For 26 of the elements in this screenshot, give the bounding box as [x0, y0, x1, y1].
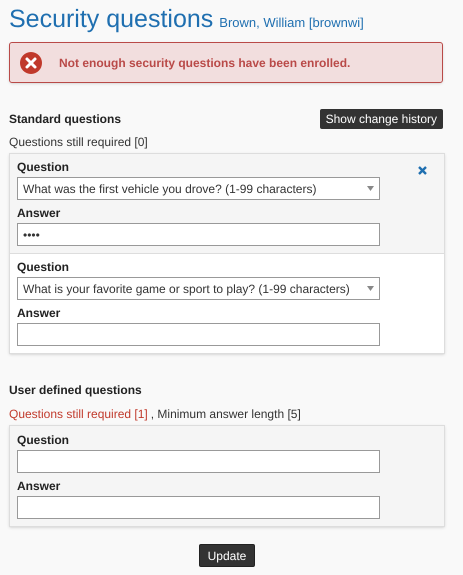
question-dropdown[interactable]: What is your favorite game or sport to play? (1-99 characters)	[17, 277, 380, 300]
required-note: Questions still required [0]	[9, 134, 149, 151]
remove-icon[interactable]	[418, 166, 427, 175]
section-heading: User defined questions	[9, 382, 143, 399]
dropdown-caret-icon	[367, 286, 374, 291]
answer-field[interactable]	[17, 496, 380, 519]
question-label: Question	[17, 159, 70, 176]
user-name: Brown, William [brownwi]	[219, 14, 364, 32]
question-label: Question	[17, 432, 70, 449]
answer-field[interactable]	[17, 323, 380, 346]
answer-field[interactable]: ••••	[17, 223, 380, 246]
answer-label: Answer	[17, 305, 62, 322]
question-dropdown[interactable]: What was the first vehicle you drove? (1-99 characters)	[17, 177, 380, 200]
dropdown-caret-icon	[367, 186, 374, 191]
alert-message: Not enough security questions have been enrolled.	[59, 54, 350, 72]
page-title: Security questions	[9, 4, 214, 35]
question-field[interactable]	[17, 450, 380, 473]
required-note: Questions still required [1]	[9, 406, 148, 423]
error-icon	[19, 50, 43, 74]
update-button[interactable]: Update	[198, 544, 256, 567]
show-change-history-button[interactable]: Show change history	[320, 109, 443, 129]
answer-label: Answer	[17, 205, 62, 222]
section-heading: Standard questions	[9, 111, 122, 128]
question-label: Question	[17, 259, 70, 276]
minimum-length-note: , Minimum answer length [5]	[150, 406, 301, 423]
answer-label: Answer	[17, 478, 62, 495]
